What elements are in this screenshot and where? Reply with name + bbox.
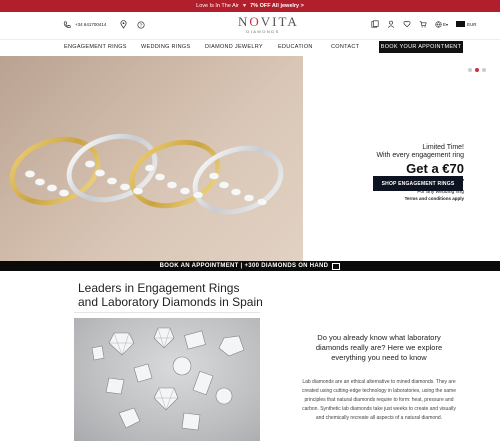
carousel-dots xyxy=(468,68,486,72)
main-nav: ENGAGEMENT RINGS WEDDING RINGS DIAMOND J… xyxy=(0,40,500,55)
lab-diamonds-image xyxy=(74,318,260,441)
question-line-2: diamonds really are? Here we explore xyxy=(315,343,443,352)
heart-icon: ♥ xyxy=(242,3,247,9)
currency-label: EUR xyxy=(467,21,477,27)
location-pin-icon[interactable] xyxy=(120,20,127,29)
hero-banner: Limited Time! With every engagement ring… xyxy=(0,56,500,261)
site-header: +34 641700414 ? NOVITA DIAMONDS E ▾ EUR xyxy=(0,12,500,40)
logo-subtitle: DIAMONDS xyxy=(246,29,280,34)
paragraph-line-3: principles that natural diamonds require… xyxy=(304,397,454,403)
page-heading: Leaders in Engagement Rings and Laborato… xyxy=(78,281,308,309)
header-left: +34 641700414 ? xyxy=(63,20,145,29)
heading-line-2: and Laboratory Diamonds in Spain xyxy=(78,295,263,309)
terms-link[interactable]: Terms and conditions apply xyxy=(405,196,464,201)
promo-headline: Limited Time! With every engagement ring xyxy=(376,144,464,160)
calendar-icon xyxy=(332,262,341,270)
nav-education[interactable]: EDUCATION xyxy=(278,44,313,50)
question-icon[interactable]: ? xyxy=(137,20,145,29)
heart-icon[interactable] xyxy=(403,20,411,28)
svg-text:?: ? xyxy=(140,22,143,28)
header-right: E ▾ EUR xyxy=(371,20,477,28)
carousel-dot[interactable] xyxy=(482,68,486,72)
appointment-bar-text: BOOK AN APPOINTMENT | +300 DIAMONDS ON H… xyxy=(159,263,329,269)
nav-diamond-jewelry[interactable]: DIAMOND JEWELRY xyxy=(205,44,263,50)
nav-engagement-rings[interactable]: ENGAGEMENT RINGS xyxy=(64,44,127,50)
rings-illustration xyxy=(9,133,284,215)
promo-panel: Limited Time! With every engagement ring… xyxy=(303,56,500,261)
paragraph-line-5: and chemically recreate all aspects of a… xyxy=(315,415,443,421)
cart-icon[interactable] xyxy=(419,20,427,28)
heading-line-1: Leaders in Engagement Rings xyxy=(78,281,240,295)
paragraph-line-1: Lab diamonds are an ethical alternative … xyxy=(302,379,456,385)
question-line-3: everything you need to know xyxy=(331,353,427,362)
logo-wordmark: NOVITA xyxy=(238,14,299,29)
promo-line-1: Limited Time! xyxy=(422,144,464,151)
nav-contact[interactable]: CONTACT xyxy=(331,44,359,50)
currency-selector[interactable]: EUR xyxy=(456,21,477,27)
nav-wedding-rings[interactable]: WEDDING RINGS xyxy=(141,44,190,50)
promo-right[interactable]: 7% OFF All jewelry > xyxy=(250,3,304,9)
lab-diamonds-question: Do you already know what laboratory diam… xyxy=(270,333,488,363)
paragraph-line-4: carbon. Synthetic lab diamonds take just… xyxy=(302,406,456,412)
rings-image[interactable] xyxy=(0,56,303,261)
appointment-bar[interactable]: BOOK AN APPOINTMENT | +300 DIAMONDS ON H… xyxy=(0,261,500,271)
carousel-dot-active[interactable] xyxy=(475,68,479,72)
lab-diamonds-paragraph: Lab diamonds are an ethical alternative … xyxy=(268,378,490,423)
phone-number[interactable]: +34 641700414 xyxy=(75,22,106,27)
logo[interactable]: NOVITA DIAMONDS xyxy=(238,14,299,34)
flag-icon xyxy=(456,21,466,27)
carousel-dot[interactable] xyxy=(468,68,472,72)
phone-icon[interactable] xyxy=(63,20,71,29)
paragraph-line-2: created using cutting-edge technology in… xyxy=(302,388,456,394)
question-line-1: Do you already know what laboratory xyxy=(317,333,441,342)
user-icon[interactable] xyxy=(387,20,395,28)
promo-left: Love Is In The Air xyxy=(196,3,239,9)
globe-icon xyxy=(435,20,442,28)
promo-bar[interactable]: Love Is In The Air ♥ 7% OFF All jewelry … xyxy=(0,0,500,12)
promo-line-2: With every engagement ring xyxy=(376,152,464,159)
compare-icon[interactable] xyxy=(371,20,379,28)
shop-engagement-rings-button[interactable]: SHOP ENGAGEMENT RINGS xyxy=(373,176,463,191)
diamonds-illustration xyxy=(91,327,245,431)
chevron-down-icon: ▾ xyxy=(446,21,449,27)
language-selector[interactable]: E ▾ xyxy=(435,20,449,28)
book-appointment-button[interactable]: BOOK YOUR APPOINTMENT xyxy=(379,41,463,53)
divider xyxy=(74,312,260,313)
